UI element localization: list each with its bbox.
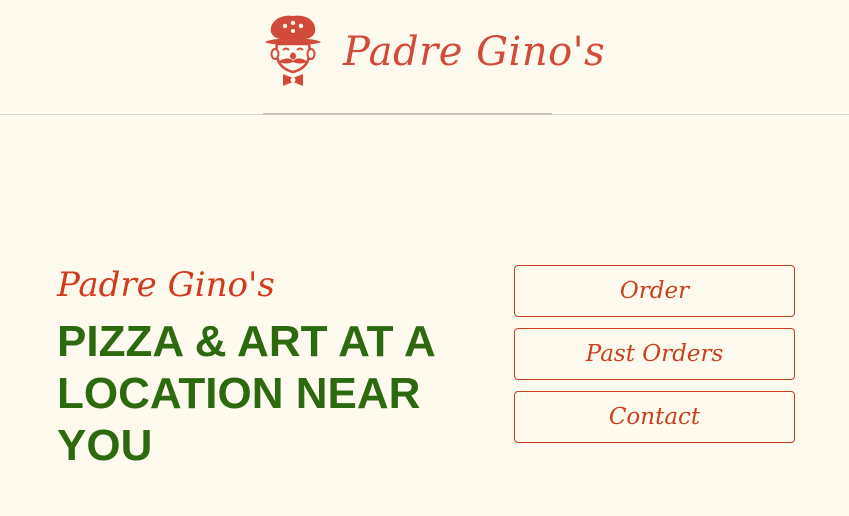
hero-title: PIZZA & ART AT A LOCATION NEAR YOU (57, 317, 435, 470)
main-nav: Order Past Orders Contact (514, 265, 795, 454)
order-button[interactable]: Order (514, 265, 795, 317)
hero-section: Padre Gino's PIZZA & ART AT A LOCATION N… (57, 262, 457, 472)
chef-mascot-icon (265, 15, 321, 86)
brand-link[interactable]: Padre Gino's (263, 12, 605, 92)
site-header: Padre Gino's (0, 0, 849, 115)
header-underline (263, 113, 552, 115)
hero-subtitle: Padre Gino's (57, 265, 275, 305)
contact-button[interactable]: Contact (514, 391, 795, 443)
past-orders-button[interactable]: Past Orders (514, 328, 795, 380)
brand-name: Padre Gino's (343, 29, 606, 75)
